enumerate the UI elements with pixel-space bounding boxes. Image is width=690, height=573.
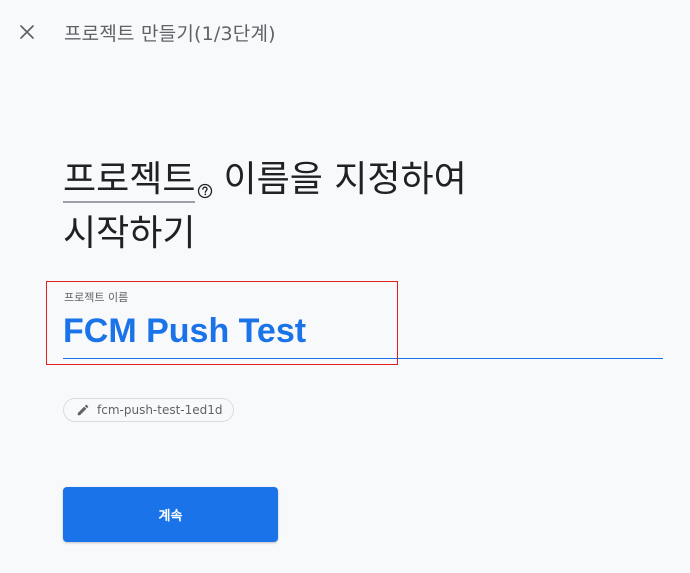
- project-name-label: 프로젝트 이름: [64, 291, 129, 304]
- headline: 프로젝트 이름을 지정하여 시작하기: [63, 153, 683, 261]
- close-button[interactable]: [14, 19, 40, 45]
- project-term-link[interactable]: 프로젝트: [63, 159, 196, 203]
- project-name-input[interactable]: [63, 309, 661, 353]
- pencil-icon: [76, 403, 90, 417]
- page-title: 프로젝트 만들기(1/3단계): [64, 23, 276, 45]
- help-circle-icon[interactable]: [197, 161, 213, 199]
- headline-line2: 시작하기: [63, 213, 196, 254]
- close-icon: [20, 25, 34, 39]
- headline-line1-rest: 이름을 지정하여: [223, 159, 467, 200]
- project-id-chip[interactable]: fcm-push-test-1ed1d: [63, 398, 234, 422]
- project-name-underline: [63, 358, 663, 359]
- project-id-text: fcm-push-test-1ed1d: [97, 403, 223, 417]
- continue-button[interactable]: 계속: [63, 487, 278, 542]
